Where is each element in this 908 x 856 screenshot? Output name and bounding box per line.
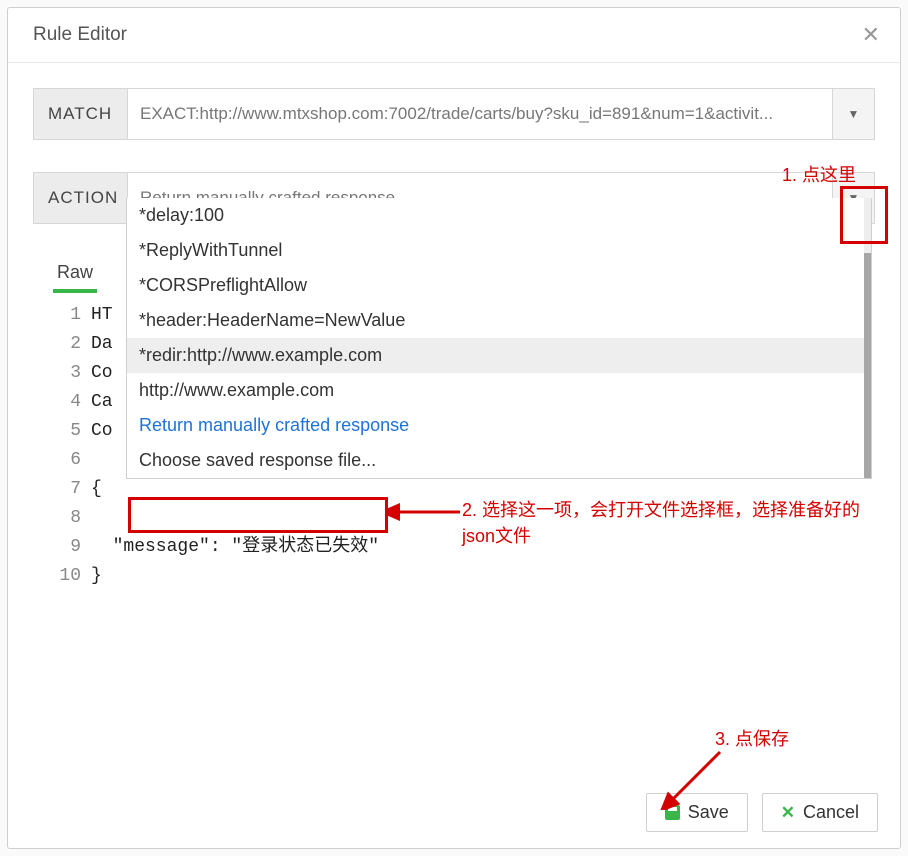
- dropdown-scrollbar-thumb[interactable]: [864, 253, 871, 478]
- dropdown-option[interactable]: *redir:http://www.example.com: [127, 338, 871, 373]
- rule-editor-dialog: Rule Editor ✕ MATCH EXACT:http://www.mtx…: [7, 7, 901, 849]
- dropdown-option[interactable]: *CORSPreflightAllow: [127, 268, 871, 303]
- close-icon[interactable]: ✕: [862, 22, 880, 48]
- action-dropdown-panel: *delay:100 *ReplyWithTunnel *CORSPreflig…: [126, 198, 872, 479]
- gutter-line: 4: [33, 388, 91, 417]
- cancel-button-label: Cancel: [803, 802, 859, 823]
- dropdown-scrollbar[interactable]: [864, 198, 871, 478]
- dropdown-option-selected[interactable]: Return manually crafted response: [127, 408, 871, 443]
- dialog-footer: Save ✕ Cancel: [8, 777, 900, 848]
- gutter-line: 8: [33, 504, 91, 533]
- gutter-line: 6: [33, 446, 91, 475]
- code-line: HT: [91, 301, 113, 330]
- save-button-label: Save: [688, 802, 729, 823]
- gutter-line: 1: [33, 301, 91, 330]
- tab-raw[interactable]: Raw: [53, 256, 97, 293]
- gutter-line: 5: [33, 417, 91, 446]
- dialog-title: Rule Editor: [33, 24, 127, 46]
- gutter-line: 2: [33, 330, 91, 359]
- gutter-line: 10: [33, 562, 91, 591]
- match-row: MATCH EXACT:http://www.mtxshop.com:7002/…: [33, 88, 875, 140]
- dropdown-option-choose-file[interactable]: Choose saved response file...: [127, 443, 871, 478]
- match-label: MATCH: [33, 88, 128, 140]
- code-line: Da: [91, 330, 113, 359]
- code-line: "message": "登录状态已失效": [91, 533, 379, 562]
- dialog-body: MATCH EXACT:http://www.mtxshop.com:7002/…: [8, 63, 900, 777]
- dialog-header: Rule Editor ✕: [8, 8, 900, 63]
- cancel-button[interactable]: ✕ Cancel: [762, 793, 878, 832]
- gutter-line: 3: [33, 359, 91, 388]
- action-label: ACTION: [33, 172, 128, 224]
- code-line: Co: [91, 417, 113, 446]
- dropdown-option[interactable]: http://www.example.com: [127, 373, 871, 408]
- code-line: Ca: [91, 388, 113, 417]
- save-button[interactable]: Save: [646, 793, 748, 832]
- save-icon: [665, 805, 680, 820]
- code-line: Co: [91, 359, 113, 388]
- code-line: }: [91, 562, 102, 591]
- dropdown-option[interactable]: *ReplyWithTunnel: [127, 233, 871, 268]
- match-dropdown-toggle[interactable]: ▼: [833, 88, 875, 140]
- dropdown-option[interactable]: *delay:100: [127, 198, 871, 233]
- dropdown-option[interactable]: *header:HeaderName=NewValue: [127, 303, 871, 338]
- code-line: {: [91, 475, 102, 504]
- gutter-line: 9: [33, 533, 91, 562]
- cancel-icon: ✕: [781, 803, 795, 823]
- gutter-line: 7: [33, 475, 91, 504]
- match-input[interactable]: EXACT:http://www.mtxshop.com:7002/trade/…: [128, 88, 833, 140]
